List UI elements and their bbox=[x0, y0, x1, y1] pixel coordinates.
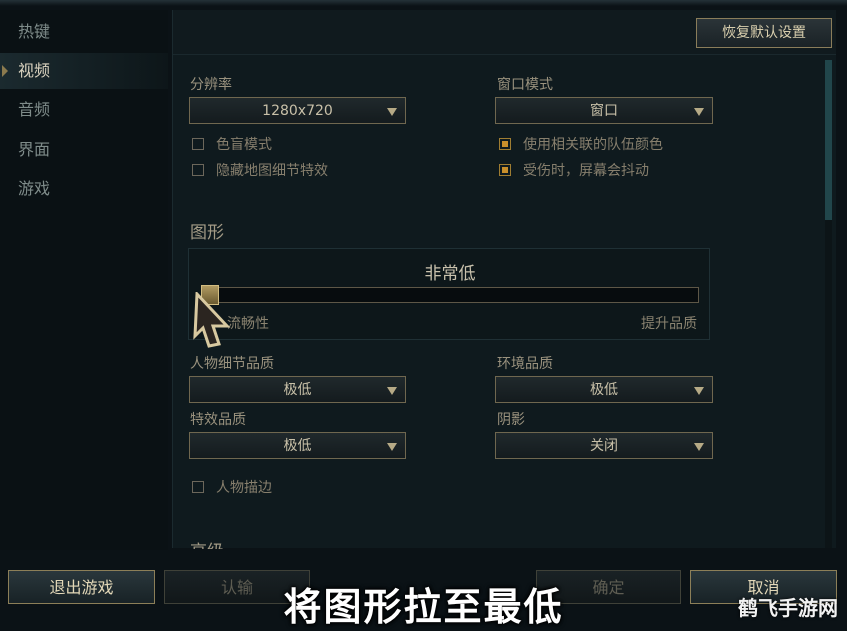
checkbox-box-checked[interactable] bbox=[499, 138, 511, 150]
environment-quality-label: 环境品质 bbox=[497, 356, 553, 372]
checkbox-label: 隐藏地图细节特效 bbox=[216, 163, 328, 179]
graphics-quality-box: 非常低 流畅性 提升品质 bbox=[188, 248, 710, 340]
effects-quality-label: 特效品质 bbox=[190, 412, 246, 428]
panel-header: 恢复默认设置 bbox=[173, 10, 836, 55]
sidebar-item-video[interactable]: 视频 bbox=[0, 53, 168, 89]
checkbox-box[interactable] bbox=[192, 481, 204, 493]
checkbox-box-checked[interactable] bbox=[499, 164, 511, 176]
window-mode-select[interactable]: 窗口 bbox=[495, 97, 713, 124]
environment-quality-select[interactable]: 极低 bbox=[495, 376, 713, 403]
scrollbar-thumb[interactable] bbox=[825, 60, 832, 220]
resolution-select[interactable]: 1280x720 bbox=[189, 97, 406, 124]
sidebar-item-label: 游戏 bbox=[18, 179, 51, 198]
quality-level-text: 非常低 bbox=[424, 264, 476, 284]
window-mode-label: 窗口模式 bbox=[497, 77, 553, 93]
site-watermark: 鹤飞手游网 bbox=[738, 596, 838, 620]
resolution-label: 分辨率 bbox=[190, 77, 232, 93]
select-value: 关闭 bbox=[590, 438, 618, 454]
sidebar-item-hotkeys[interactable]: 热键 bbox=[0, 14, 168, 50]
effects-quality-select[interactable]: 极低 bbox=[189, 432, 406, 459]
active-arrow-icon bbox=[2, 65, 8, 77]
mouse-cursor-icon bbox=[193, 292, 231, 348]
checkbox-label: 使用相关联的队伍颜色 bbox=[523, 137, 663, 153]
checkbox-label: 人物描边 bbox=[216, 480, 272, 496]
sidebar-item-interface[interactable]: 界面 bbox=[0, 132, 168, 168]
slider-max-label: 提升品质 bbox=[641, 316, 697, 332]
slider-min-label: 流畅性 bbox=[227, 316, 269, 332]
select-value: 极低 bbox=[283, 438, 312, 454]
reset-defaults-button[interactable]: 恢复默认设置 bbox=[696, 18, 832, 48]
resolution-value: 1280x720 bbox=[262, 103, 333, 119]
shadows-label: 阴影 bbox=[497, 412, 525, 428]
checkbox-box[interactable] bbox=[192, 138, 204, 150]
chevron-down-icon bbox=[694, 443, 704, 451]
checkbox-label: 色盲模式 bbox=[216, 137, 272, 153]
video-subtitle: 将图形拉至最低 bbox=[283, 585, 564, 629]
checkbox-label: 受伤时，屏幕会抖动 bbox=[523, 163, 649, 179]
sidebar-item-label: 界面 bbox=[18, 140, 51, 159]
scrollbar[interactable] bbox=[825, 60, 832, 548]
sidebar-item-label: 音频 bbox=[18, 100, 51, 119]
graphics-quality-slider[interactable] bbox=[201, 285, 699, 305]
chevron-down-icon bbox=[387, 443, 397, 451]
sidebar-item-label: 视频 bbox=[18, 61, 51, 80]
character-quality-label: 人物细节品质 bbox=[190, 356, 274, 372]
shadows-select[interactable]: 关闭 bbox=[495, 432, 713, 459]
select-value: 极低 bbox=[590, 382, 618, 398]
character-quality-select[interactable]: 极低 bbox=[189, 376, 406, 403]
checkbox-box[interactable] bbox=[192, 164, 204, 176]
graphics-title: 图形 bbox=[190, 223, 224, 243]
sidebar-item-label: 热键 bbox=[18, 22, 51, 41]
advanced-title: 高级 bbox=[190, 537, 224, 549]
window-mode-value: 窗口 bbox=[590, 103, 618, 119]
chevron-down-icon bbox=[694, 387, 704, 395]
top-edge bbox=[0, 0, 847, 6]
sidebar-item-audio[interactable]: 音频 bbox=[0, 92, 168, 128]
sidebar-item-game[interactable]: 游戏 bbox=[0, 171, 168, 207]
chevron-down-icon bbox=[387, 387, 397, 395]
select-value: 极低 bbox=[283, 382, 312, 398]
sidebar: 热键 视频 音频 界面 游戏 bbox=[0, 10, 168, 550]
chevron-down-icon bbox=[387, 108, 397, 116]
chevron-down-icon bbox=[694, 108, 704, 116]
